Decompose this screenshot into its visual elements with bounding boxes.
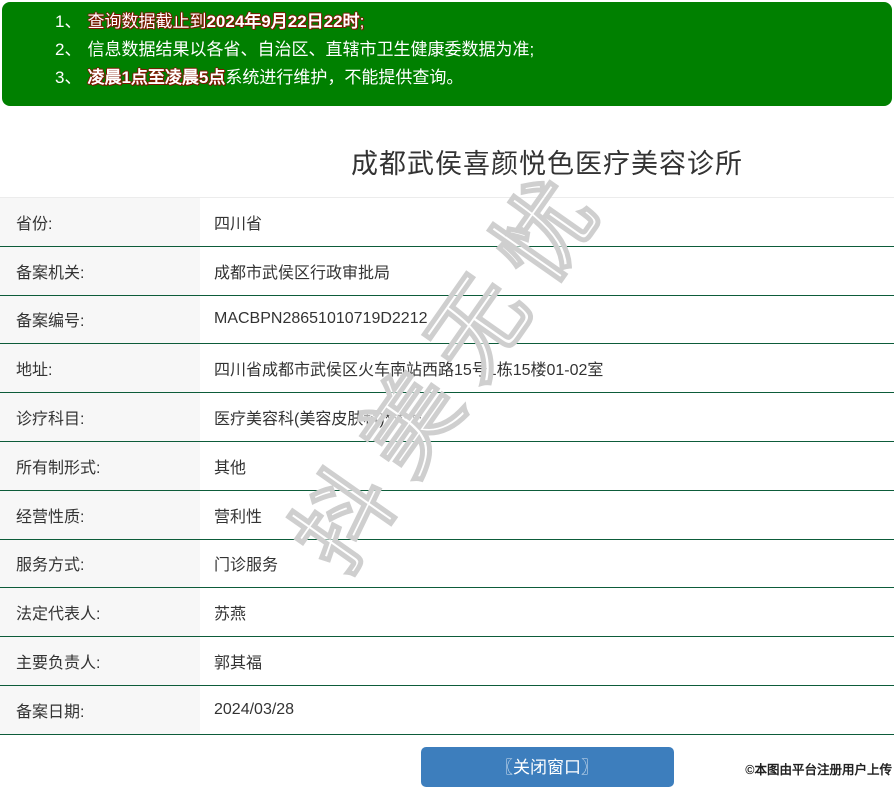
notice-list: 1、查询数据截止到2024年9月22日22时;2、信息数据结果以各省、自治区、直… [55,8,882,92]
row-value: MACBPN28651010719D2212 [200,296,894,344]
row-label: 地址: [0,344,200,392]
row-value: 2024/03/28 [200,686,894,734]
notice-number: 2、 [55,40,81,59]
close-window-button[interactable]: 〖关闭窗口〗 [421,747,674,787]
notice-text-segment: 查询数据截止到 [87,12,206,31]
row-value: 营利性 [200,491,894,539]
row-label: 服务方式: [0,540,200,588]
row-label: 备案日期: [0,686,200,734]
notice-line: 3、凌晨1点至凌晨5点系统进行维护，不能提供查询。 [55,64,882,92]
row-label: 备案机关: [0,247,200,295]
table-row: 备案编号:MACBPN28651010719D2212 [0,296,894,345]
row-value: 郭其福 [200,637,894,685]
notice-text-segment: 凌晨1点至凌晨5点 [87,68,225,87]
table-row: 服务方式:门诊服务 [0,540,894,589]
notice-number: 1、 [55,12,81,31]
row-value: 成都市武侯区行政审批局 [200,247,894,295]
row-value: 苏燕 [200,588,894,636]
row-value: 其他 [200,442,894,490]
notice-text-segment: 2024年9月22日22时 [206,12,359,31]
table-row: 法定代表人:苏燕 [0,588,894,637]
table-row: 所有制形式:其他 [0,442,894,491]
table-row: 主要负责人:郭其福 [0,637,894,686]
footer-copyright-note: ©本图由平台注册用户上传 [745,759,892,778]
notice-text-segment: 系统进行维护，不能提供查询。 [225,68,463,87]
table-row: 省份:四川省 [0,198,894,247]
row-value: 四川省成都市武侯区火车南站西路15号1栋15楼01-02室 [200,344,894,392]
notice-text-segment: ; [360,12,365,31]
notice-line: 2、信息数据结果以各省、自治区、直辖市卫生健康委数据为准; [55,36,882,64]
page-title: 成都武侯喜颜悦色医疗美容诊所 [200,142,894,181]
table-row: 经营性质:营利性 [0,491,894,540]
info-table: 省份:四川省备案机关:成都市武侯区行政审批局备案编号:MACBPN2865101… [0,197,894,735]
table-row: 诊疗科目:医疗美容科(美容皮肤科)****** [0,393,894,442]
notice-number: 3、 [55,68,81,87]
table-row: 备案日期:2024/03/28 [0,686,894,735]
table-row: 备案机关:成都市武侯区行政审批局 [0,247,894,296]
row-label: 经营性质: [0,491,200,539]
row-label: 主要负责人: [0,637,200,685]
row-label: 省份: [0,198,200,246]
row-label: 法定代表人: [0,588,200,636]
row-value: 四川省 [200,198,894,246]
row-value: 门诊服务 [200,540,894,588]
row-value: 医疗美容科(美容皮肤科)****** [200,393,894,441]
table-row: 地址:四川省成都市武侯区火车南站西路15号1栋15楼01-02室 [0,344,894,393]
notice-box: 1、查询数据截止到2024年9月22日22时;2、信息数据结果以各省、自治区、直… [2,2,892,106]
notice-line: 1、查询数据截止到2024年9月22日22时; [55,8,882,36]
row-label: 备案编号: [0,296,200,344]
notice-text-segment: 信息数据结果以各省、自治区、直辖市卫生健康委数据为准; [87,40,534,59]
row-label: 所有制形式: [0,442,200,490]
row-label: 诊疗科目: [0,393,200,441]
